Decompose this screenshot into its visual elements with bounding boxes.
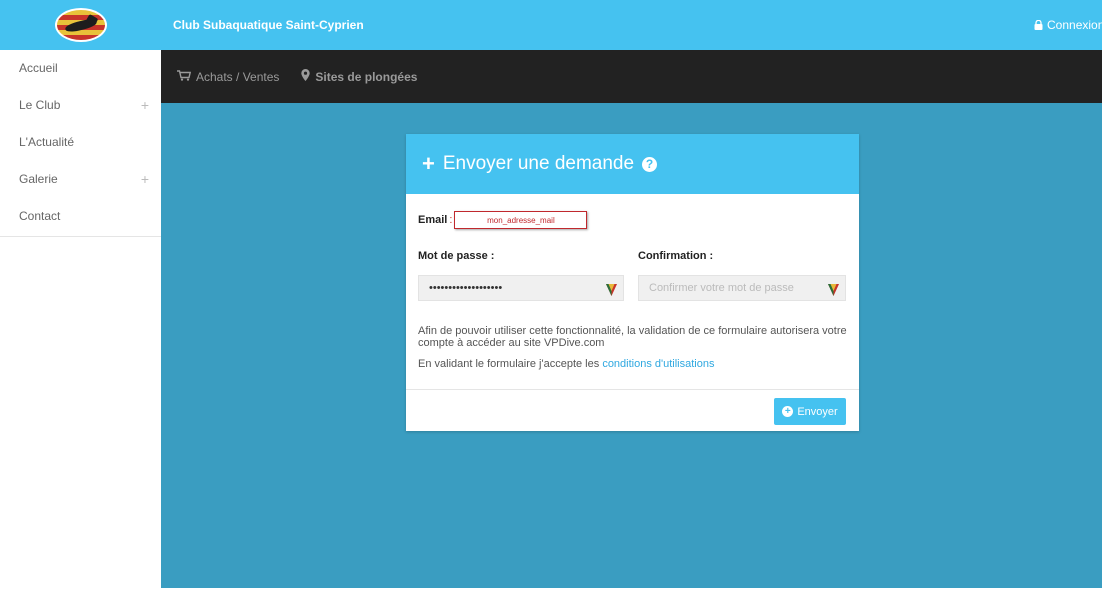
club-name[interactable]: Club Subaquatique Saint-Cyprien	[173, 0, 364, 50]
request-form-card: + Envoyer une demande ? Email : mon_adre…	[406, 134, 859, 431]
nav-sites-plongees[interactable]: Sites de plongées	[301, 69, 417, 84]
sidebar-item-label: Le Club	[19, 98, 61, 112]
email-label: Email	[418, 214, 448, 226]
sidebar-item-le-club[interactable]: Le Club +	[0, 87, 161, 124]
confirm-label: Confirmation :	[638, 250, 714, 262]
sidebar-item-label: Accueil	[19, 61, 58, 75]
nav-sites-plongees-label: Sites de plongées	[315, 69, 418, 84]
expand-plus-icon[interactable]: +	[141, 161, 149, 198]
nav-achats-ventes-label: Achats / Ventes	[196, 69, 280, 84]
logo-area[interactable]	[0, 0, 161, 50]
password-field[interactable]: •••••••••••••••••••	[418, 275, 624, 301]
terms-link[interactable]: conditions d'utilisations	[602, 358, 714, 370]
sidebar-item-label: Galerie	[19, 172, 58, 186]
send-button[interactable]: + Envoyer	[774, 398, 846, 425]
info-text: Afin de pouvoir utiliser cette fonctionn…	[418, 325, 847, 349]
sidebar-item-label: L'Actualité	[19, 135, 74, 149]
confirm-password-field[interactable]: Confirmer votre mot de passe	[638, 275, 846, 301]
nav-achats-ventes[interactable]: Achats / Ventes	[177, 70, 279, 84]
password-strength-icon	[606, 281, 617, 305]
email-separator: :	[449, 214, 453, 226]
email-row: Email : mon_adresse_mail	[418, 211, 588, 229]
form-title: Envoyer une demande	[442, 153, 635, 174]
plus-icon: +	[422, 151, 435, 176]
password-value: •••••••••••••••••••	[429, 282, 503, 294]
terms-text: En validant le formulaire j'accepte les …	[418, 358, 714, 370]
page-footer	[0, 588, 1102, 601]
sidebar-item-actualite[interactable]: L'Actualité	[0, 124, 161, 161]
sidebar-item-contact[interactable]: Contact	[0, 198, 161, 235]
plus-circle-icon: +	[782, 406, 794, 417]
sidebar-item-label: Contact	[19, 209, 61, 223]
help-icon[interactable]: ?	[642, 156, 658, 172]
cart-icon	[177, 69, 192, 84]
login-label: Connexion	[1047, 18, 1102, 32]
map-marker-icon	[301, 69, 311, 84]
email-field[interactable]: mon_adresse_mail	[454, 211, 588, 229]
password-label: Mot de passe :	[418, 250, 495, 262]
sidebar: Accueil Le Club + L'Actualité Galerie + …	[0, 50, 161, 237]
secondary-nav: Achats / Ventes Sites de plongées	[161, 50, 1102, 103]
club-logo[interactable]	[54, 8, 107, 42]
lock-icon	[1034, 20, 1043, 30]
confirm-placeholder: Confirmer votre mot de passe	[649, 282, 794, 294]
form-footer: + Envoyer	[406, 389, 859, 432]
form-header: + Envoyer une demande ?	[406, 134, 859, 194]
terms-prefix: En validant le formulaire j'accepte les	[418, 358, 603, 370]
sidebar-item-accueil[interactable]: Accueil	[0, 50, 161, 87]
login-link[interactable]: Connexion	[1034, 0, 1102, 50]
send-button-label: Envoyer	[797, 405, 838, 418]
confirm-strength-icon	[828, 281, 839, 305]
top-bar: Club Subaquatique Saint-Cyprien Connexio…	[0, 0, 1102, 50]
expand-plus-icon[interactable]: +	[141, 87, 149, 124]
sidebar-item-galerie[interactable]: Galerie +	[0, 161, 161, 198]
